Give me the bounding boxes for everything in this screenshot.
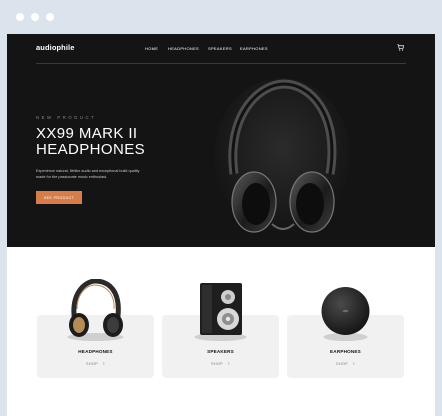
window-dot-icon[interactable] <box>46 13 54 21</box>
chevron-right-icon: › <box>103 361 105 367</box>
shop-link[interactable]: SHOP › <box>287 361 404 367</box>
hero-description: Experience natural, lifelike audio and e… <box>36 169 140 179</box>
category-title: HEADPHONES <box>78 349 113 354</box>
window-dot-icon[interactable] <box>31 13 39 21</box>
web-page: audiophile HOME HEADPHONES SPEAKERS EARP… <box>7 34 435 416</box>
nav-link-earphones[interactable]: EARPHONES <box>240 46 268 51</box>
hero-section: audiophile HOME HEADPHONES SPEAKERS EARP… <box>7 34 435 247</box>
headphones-icon <box>67 279 124 341</box>
chevron-right-icon: › <box>353 361 355 367</box>
see-product-button[interactable]: SEE PRODUCT <box>36 191 82 204</box>
category-card-headphones[interactable]: HEADPHONES SHOP › <box>37 279 154 378</box>
nav-link-headphones[interactable]: HEADPHONES <box>168 46 199 51</box>
window-titlebar <box>4 0 438 34</box>
window-dot-icon[interactable] <box>16 13 24 21</box>
cart-icon[interactable] <box>397 44 404 51</box>
shop-label: SHOP <box>211 362 223 366</box>
shop-link[interactable]: SHOP › <box>162 361 279 367</box>
earphones-icon <box>321 287 370 341</box>
shop-label: SHOP <box>336 362 348 366</box>
category-title: SPEAKERS <box>207 349 234 354</box>
chevron-right-icon: › <box>228 361 230 367</box>
shop-label: SHOP <box>86 362 98 366</box>
browser-window: audiophile HOME HEADPHONES SPEAKERS EARP… <box>4 0 438 416</box>
top-navigation: audiophile HOME HEADPHONES SPEAKERS EARP… <box>7 34 435 64</box>
brand-logo[interactable]: audiophile <box>36 43 75 52</box>
nav-link-home[interactable]: HOME <box>145 46 158 51</box>
nav-link-speakers[interactable]: SPEAKERS <box>208 46 232 51</box>
shop-link[interactable]: SHOP › <box>37 361 154 367</box>
hero-title: XX99 MARK II HEADPHONES <box>36 125 146 158</box>
category-card-earphones[interactable]: EARPHONES SHOP › <box>287 287 404 378</box>
category-card-speakers[interactable]: SPEAKERS SHOP › <box>162 283 279 378</box>
hero-overline: NEW PRODUCT <box>36 115 97 120</box>
headphones-hero-image <box>214 78 350 234</box>
category-title: EARPHONES <box>330 349 361 354</box>
nav-divider <box>36 63 406 64</box>
speaker-icon <box>194 283 247 341</box>
